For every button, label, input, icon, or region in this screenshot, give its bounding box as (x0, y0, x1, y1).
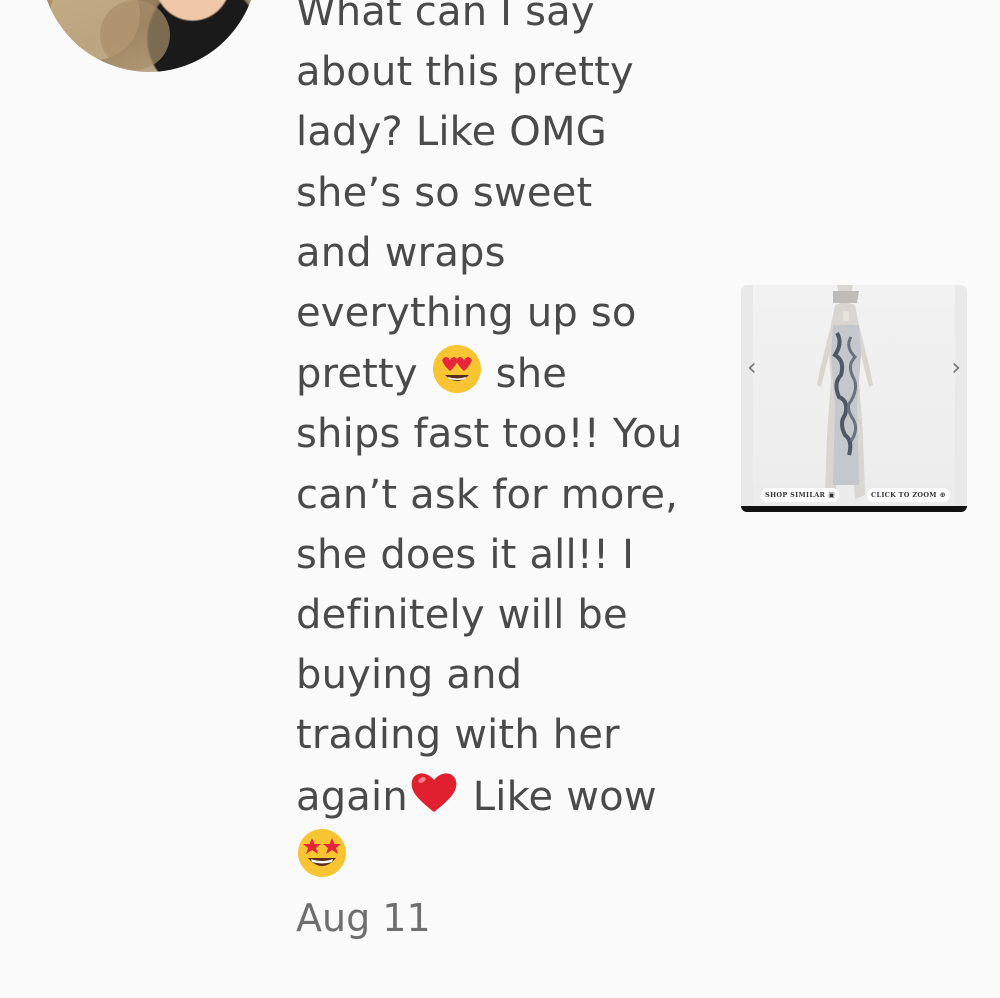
review-line: again Like wow (296, 766, 716, 827)
review-line: she’s so sweet (296, 169, 593, 216)
review-line: buying and (296, 652, 523, 699)
review-word: Like wow (459, 773, 657, 820)
review-line: can’t ask for more, (296, 471, 679, 518)
carousel-next-arrow-icon[interactable]: › (951, 353, 961, 381)
review-word: she (495, 351, 568, 398)
click-to-zoom-button[interactable]: CLICK TO ZOOM ⊕ (867, 488, 950, 502)
review-text: What can I say about this pretty lady? L… (296, 0, 716, 888)
review-word: again (296, 773, 408, 820)
star-struck-emoji (298, 828, 346, 877)
review-line: pretty she (296, 343, 716, 404)
review-line: definitely will be (296, 592, 628, 639)
shop-similar-button[interactable]: SHOP SIMILAR ▣ (761, 488, 840, 502)
heart-eyes-emoji (432, 345, 481, 394)
avatar-hair (100, 0, 170, 70)
review-line: she does it all!! I (296, 531, 635, 578)
review-line: and wraps (296, 229, 506, 276)
carousel-prev-arrow-icon[interactable]: ‹ (747, 353, 757, 381)
review-line: lady? Like OMG (296, 109, 607, 156)
shop-similar-label: SHOP SIMILAR (765, 491, 826, 499)
click-to-zoom-label: CLICK TO ZOOM (871, 491, 937, 499)
review-line: What can I say (296, 0, 595, 35)
review-line (296, 827, 716, 888)
avatar[interactable] (40, 0, 258, 72)
shop-icon: ▣ (828, 491, 836, 499)
review-line: about this pretty (296, 49, 634, 96)
review-line: everything up so (296, 290, 637, 337)
zoom-icon: ⊕ (939, 491, 946, 499)
red-heart-emoji (411, 772, 457, 812)
dress-model-image (817, 285, 873, 499)
product-image-carousel[interactable]: ‹ › SHOP SIMILAR ▣ CLICK TO ZOOM ⊕ (741, 285, 967, 512)
review-word: pretty (296, 351, 418, 398)
review-line: trading with her (296, 712, 620, 759)
review-line: ships fast too!! You (296, 411, 683, 458)
review-date: Aug 11 (296, 896, 431, 940)
